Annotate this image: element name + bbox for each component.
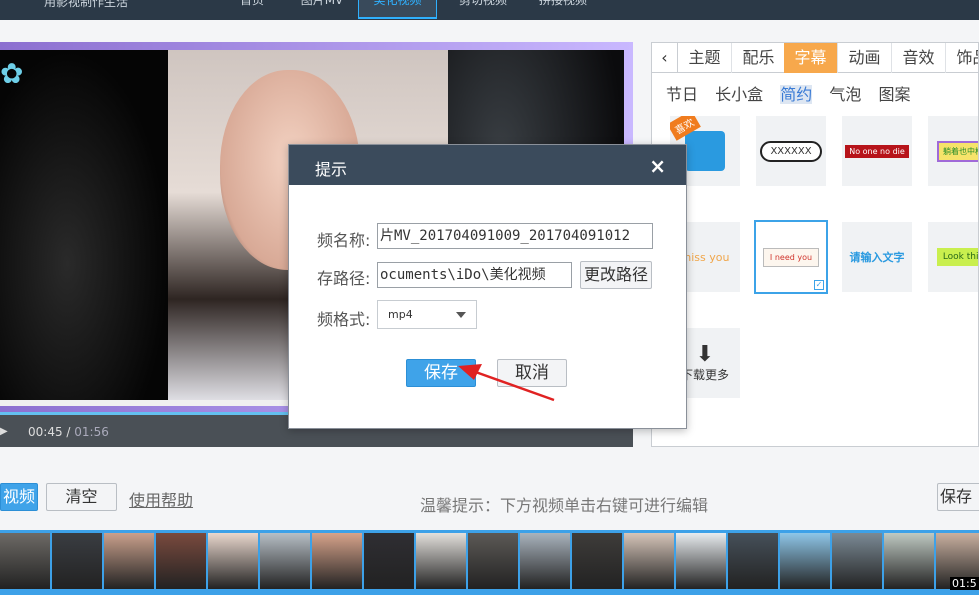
change-path-button[interactable]: 更改路径 bbox=[580, 261, 652, 289]
filmstrip-thumbnail[interactable] bbox=[520, 533, 570, 589]
sticker-item[interactable]: XXXXXX bbox=[756, 116, 826, 186]
format-select[interactable]: mp4 bbox=[377, 300, 477, 329]
sticker-text: I need you bbox=[762, 247, 820, 267]
sticker-item[interactable]: Look this bbox=[928, 222, 978, 292]
sticker-text: 请输入文字 bbox=[849, 251, 905, 264]
nav-tab-join-video[interactable]: 拼接视频 bbox=[528, 0, 598, 19]
photo-left bbox=[0, 50, 168, 400]
sticker-text: 躺着也中枪 bbox=[937, 140, 978, 162]
save-button[interactable]: 保存 bbox=[937, 483, 979, 511]
filmstrip-thumbnail[interactable] bbox=[364, 533, 414, 589]
current-time: 00:45 bbox=[28, 425, 63, 439]
download-icon: ⬇ bbox=[695, 341, 715, 367]
nav-tab-photo-mv[interactable]: 图片MV bbox=[292, 0, 352, 19]
sticker-item[interactable]: 躺着也中枪 bbox=[928, 116, 978, 186]
sticker-item[interactable]: No one no die bbox=[842, 116, 912, 186]
filmstrip-thumbnail[interactable] bbox=[624, 533, 674, 589]
hint-text: 温馨提示：下方视频单击右键可进行编辑 bbox=[420, 496, 709, 515]
filmstrip-thumbnail[interactable] bbox=[208, 533, 258, 589]
add-video-button[interactable]: 视频 bbox=[0, 483, 38, 511]
filmstrip-thumbnail[interactable] bbox=[312, 533, 362, 589]
filmstrip-thumbnail[interactable] bbox=[728, 533, 778, 589]
checkbox-icon[interactable]: ✓ bbox=[814, 280, 824, 290]
time-readout: 00:45 / 01:56 bbox=[28, 425, 109, 439]
bottom-toolbar: 视频 清空 使用帮助 温馨提示：下方视频单击右键可进行编辑 保存 bbox=[0, 470, 979, 526]
subtab-pattern[interactable]: 图案 bbox=[878, 85, 910, 104]
format-label: 频格式: bbox=[317, 310, 371, 329]
sticker-text: Look this bbox=[936, 248, 978, 266]
format-value: mp4 bbox=[388, 308, 413, 321]
save-path-value: ocuments\iDo\美化视频 bbox=[380, 267, 546, 283]
clear-button[interactable]: 清空 bbox=[46, 483, 117, 511]
sticker-item-selected[interactable]: I need you ✓ bbox=[754, 220, 828, 294]
video-name-value: 片MV_201704091009_201704091012 bbox=[380, 228, 631, 244]
close-icon[interactable]: × bbox=[649, 154, 666, 178]
effects-panel: ‹ 主题 配乐 字幕 动画 音效 饰品 节日 长小盒 简约 气泡 图案 喜欢 X… bbox=[651, 42, 979, 447]
filmstrip[interactable]: 01:5 bbox=[0, 530, 979, 595]
total-time: 01:56 bbox=[74, 425, 109, 439]
save-path-input[interactable]: ocuments\iDo\美化视频 bbox=[377, 262, 572, 288]
tab-subtitle[interactable]: 字幕 bbox=[784, 43, 838, 73]
subtab-simple[interactable]: 简约 bbox=[780, 85, 813, 104]
nav-tab-beautify-video[interactable]: 美化视频 bbox=[358, 0, 437, 19]
chevron-left-icon[interactable]: ‹ bbox=[652, 43, 678, 73]
filmstrip-time: 01:5 bbox=[950, 577, 979, 590]
video-name-label: 频名称: bbox=[317, 231, 371, 250]
help-link[interactable]: 使用帮助 bbox=[129, 487, 193, 511]
tab-music[interactable]: 配乐 bbox=[732, 43, 786, 73]
sticker-item[interactable]: 请输入文字 bbox=[842, 222, 912, 292]
time-separator: / bbox=[62, 425, 75, 439]
tab-theme[interactable]: 主题 bbox=[678, 43, 732, 73]
filmstrip-thumbnail[interactable] bbox=[156, 533, 206, 589]
nav-tab-cut-video[interactable]: 剪切视频 bbox=[448, 0, 518, 19]
video-name-input[interactable]: 片MV_201704091009_201704091012 bbox=[377, 223, 653, 249]
filmstrip-thumbnail[interactable] bbox=[676, 533, 726, 589]
dialog-title: 提示 bbox=[315, 160, 348, 179]
filmstrip-thumbnail[interactable] bbox=[260, 533, 310, 589]
filmstrip-thumbnail[interactable] bbox=[52, 533, 102, 589]
annotation-arrow-icon bbox=[458, 364, 555, 402]
top-nav: 用影视制作生活 首页 图片MV 美化视频 剪切视频 拼接视频 bbox=[0, 0, 979, 20]
chevron-down-icon bbox=[456, 312, 466, 318]
brand-text: 用影视制作生活 bbox=[44, 0, 129, 9]
filmstrip-thumbnail[interactable] bbox=[572, 533, 622, 589]
sticker-text: XXXXXX bbox=[760, 140, 822, 162]
subtitle-categories: 节日 长小盒 简约 气泡 图案 bbox=[666, 81, 922, 105]
subtab-festival[interactable]: 节日 bbox=[666, 85, 698, 104]
nav-tab-home[interactable]: 首页 bbox=[222, 0, 282, 19]
filmstrip-thumbnail[interactable] bbox=[416, 533, 466, 589]
play-icon[interactable]: ▶ bbox=[0, 426, 8, 437]
save-path-label: 存路径: bbox=[317, 269, 371, 288]
sticker-text: miss you bbox=[680, 250, 730, 264]
filmstrip-thumbnail[interactable] bbox=[884, 533, 934, 589]
subtab-box[interactable]: 长小盒 bbox=[715, 85, 763, 104]
filmstrip-thumbnail[interactable] bbox=[468, 533, 518, 589]
filmstrip-thumbnail[interactable] bbox=[0, 533, 50, 589]
filmstrip-thumbnail[interactable] bbox=[780, 533, 830, 589]
filmstrip-thumbnail[interactable] bbox=[104, 533, 154, 589]
sticker-text: No one no die bbox=[845, 144, 909, 158]
tab-animation[interactable]: 动画 bbox=[838, 43, 892, 73]
dialog-header: 提示 × bbox=[289, 145, 686, 185]
panel-tabs: ‹ 主题 配乐 字幕 动画 音效 饰品 bbox=[652, 43, 978, 73]
subtab-bubble[interactable]: 气泡 bbox=[829, 85, 861, 104]
bow-decoration-icon: ✿ bbox=[0, 57, 24, 90]
app-window: 用影视制作生活 首页 图片MV 美化视频 剪切视频 拼接视频 ✿ ▶ 00:45… bbox=[0, 0, 979, 595]
tab-accessories[interactable]: 饰品 bbox=[946, 43, 978, 73]
filmstrip-thumbnail[interactable] bbox=[832, 533, 882, 589]
download-more-label: 下载更多 bbox=[680, 367, 729, 382]
tab-sound-effect[interactable]: 音效 bbox=[892, 43, 946, 73]
